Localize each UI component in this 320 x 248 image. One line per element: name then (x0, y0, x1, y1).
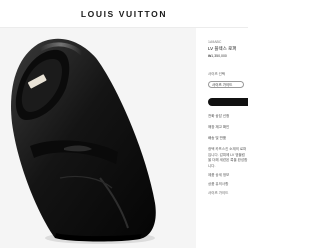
size-label: 사이즈 선택 (208, 72, 226, 76)
store-stock-link[interactable]: 매장 재고 확인 (208, 125, 248, 130)
product-ref: 1A9ABC (208, 40, 222, 44)
product-gallery[interactable] (0, 28, 196, 248)
top-header: LOUIS VUITTON (0, 0, 248, 28)
product-info: 1A9ABC LV 플렉스 로퍼 ₩1,350,000 사이즈 선택 사이즈 가… (208, 40, 248, 248)
contact-link[interactable]: 전화 상담 신청 (208, 114, 248, 119)
brand-logo[interactable]: LOUIS VUITTON (0, 9, 248, 19)
add-to-cart-button[interactable] (208, 98, 248, 106)
product-name: LV 플렉스 로퍼 (208, 46, 237, 51)
delivery-link[interactable]: 배송 및 반품 (208, 136, 248, 141)
product-image (11, 38, 156, 244)
size-select[interactable]: 사이즈 가이드 (208, 81, 244, 88)
product-price: ₩1,350,000 (208, 54, 227, 58)
notice-link[interactable]: 상품 유의사항 (208, 182, 248, 187)
product-description: 광택 카프스킨 소재의 로퍼입니다. 갑피에 LV 엠블럼을 더해 세련된 룩을… (208, 147, 248, 168)
size-guide-link[interactable]: 사이즈 가이드 (208, 191, 248, 196)
detail-link[interactable]: 제품 상세 정보 (208, 173, 248, 178)
